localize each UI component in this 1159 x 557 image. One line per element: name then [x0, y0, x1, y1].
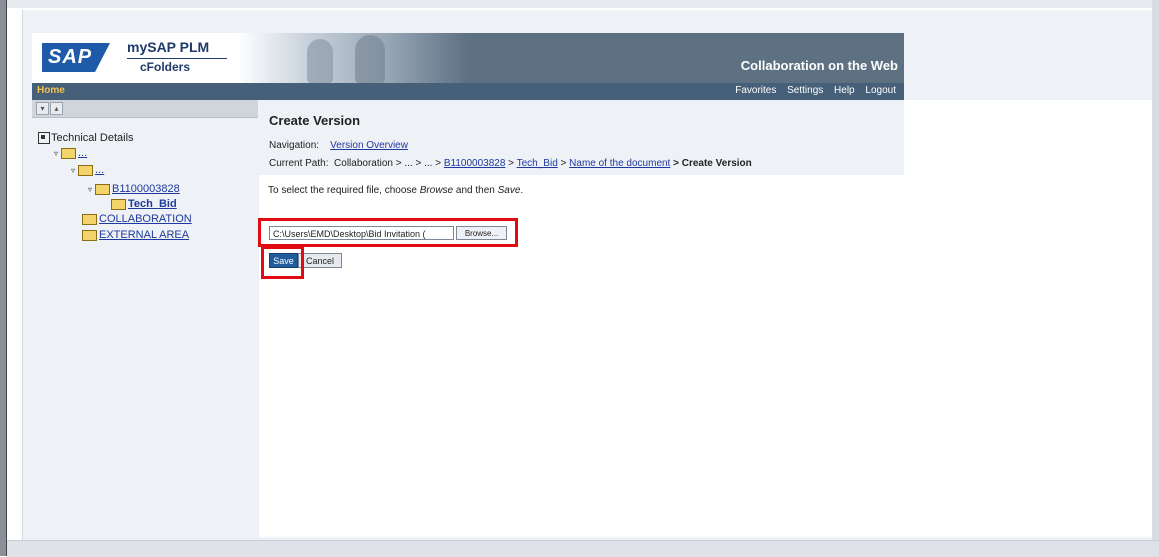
folder-icon	[61, 147, 76, 159]
logo-area: SAP mySAP PLM cFolders	[32, 33, 237, 83]
tree-node-b1100003828[interactable]: ▿ B1100003828	[88, 183, 180, 195]
tree-root[interactable]: Technical Details	[38, 132, 134, 145]
binoculars-icon	[38, 132, 50, 145]
expand-arrow-icon[interactable]: ▿	[71, 166, 78, 175]
tree-node-tech-bid[interactable]: Tech_Bid	[111, 198, 177, 210]
folder-tree-sidebar: ▾ ▴ Technical Details ▿... ▿... ▿ B110000…	[32, 100, 258, 537]
app-header: SAP mySAP PLM cFolders Collaboration on …	[32, 33, 904, 83]
title-panel: Create Version Navigation: Version Overv…	[259, 100, 904, 175]
version-overview-link[interactable]: Version Overview	[330, 140, 408, 151]
folder-icon	[82, 229, 97, 241]
folder-icon	[78, 164, 93, 176]
home-link[interactable]: Home	[37, 85, 65, 96]
instruction-text: To select the required file, choose Brow…	[268, 185, 524, 196]
breadcrumb-tech-bid[interactable]: Tech_Bid	[517, 158, 558, 169]
tree-root-label: Technical Details	[51, 132, 134, 144]
sap-logo: SAP	[42, 43, 110, 72]
window-frame-top	[7, 0, 1159, 8]
settings-link[interactable]: Settings	[787, 85, 823, 96]
help-link[interactable]: Help	[834, 85, 855, 96]
main-content: Create Version Navigation: Version Overv…	[258, 100, 1152, 537]
cancel-button[interactable]: Cancel	[298, 253, 342, 268]
expand-arrow-icon[interactable]: ▿	[54, 149, 61, 158]
window-frame-right	[1152, 0, 1159, 556]
product-divider	[127, 58, 227, 59]
path-prefix: Collaboration > ... > ... >	[334, 158, 442, 169]
tree-node-external-area[interactable]: EXTERNAL AREA	[82, 229, 189, 241]
navigation-row: Navigation: Version Overview	[269, 140, 408, 151]
breadcrumb-b1100003828[interactable]: B1100003828	[444, 158, 506, 169]
breadcrumb-document[interactable]: Name of the document	[569, 158, 670, 169]
breadcrumb: Current Path: Collaboration > ... > ... …	[269, 158, 752, 169]
navigation-label: Navigation:	[269, 140, 320, 151]
favorites-link[interactable]: Favorites	[735, 85, 776, 96]
breadcrumb-current: > Create Version	[673, 158, 752, 169]
top-navbar: Home Favorites Settings Help Logout	[32, 83, 904, 100]
navbar-links: Favorites Settings Help Logout	[727, 85, 896, 96]
tree-node-level1[interactable]: ▿...	[54, 147, 87, 159]
folder-icon	[95, 183, 110, 195]
logout-link[interactable]: Logout	[865, 85, 896, 96]
collapse-icon[interactable]: ▴	[50, 102, 63, 115]
window-frame-bottom	[7, 540, 1159, 557]
tree-node-level2[interactable]: ▿...	[71, 164, 104, 176]
page-title: Create Version	[269, 113, 361, 128]
folder-icon	[82, 213, 97, 225]
save-button-highlight	[261, 246, 304, 279]
open-folder-icon	[111, 198, 126, 210]
path-label: Current Path:	[269, 158, 329, 169]
product-subtitle: cFolders	[140, 60, 191, 74]
file-input-highlight	[258, 218, 518, 247]
expand-arrow-icon[interactable]: ▿	[88, 185, 95, 194]
sidebar-toolbar: ▾ ▴	[32, 100, 258, 118]
product-name: mySAP PLM	[127, 39, 210, 55]
window-frame-left	[0, 0, 7, 556]
header-photo	[237, 33, 467, 83]
tree-node-collaboration[interactable]: COLLABORATION	[82, 213, 192, 225]
expand-icon[interactable]: ▾	[36, 102, 49, 115]
header-tagline: Collaboration on the Web	[740, 58, 898, 73]
